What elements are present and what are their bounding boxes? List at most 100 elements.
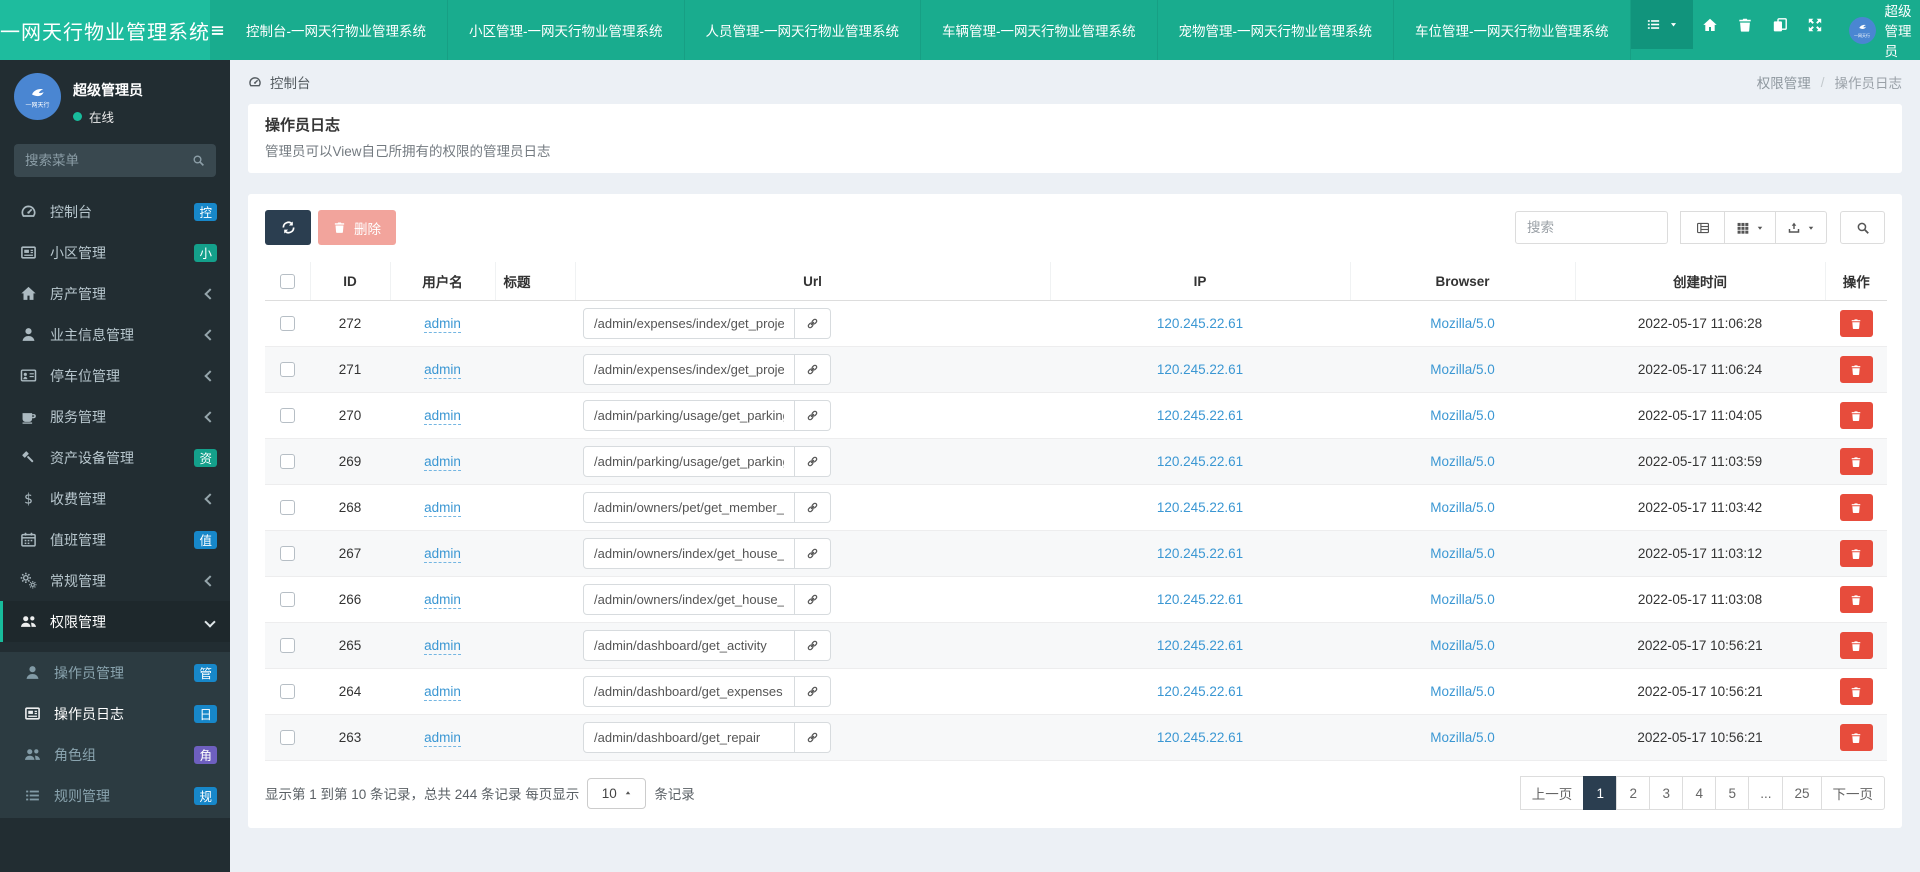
fullscreen-button[interactable] [1798,0,1833,49]
row-delete-button[interactable] [1839,678,1873,705]
sidebar-item[interactable]: 权限管理 [0,601,230,642]
row-checkbox[interactable] [280,500,295,516]
copy-button[interactable] [1763,0,1798,49]
sidebar-item[interactable]: 停车位管理 [0,355,230,396]
sidebar-toggle-button[interactable] [210,0,225,60]
row-delete-button[interactable] [1839,586,1873,613]
sidebar-item[interactable]: 资产设备管理 资 [0,437,230,478]
row-delete-button[interactable] [1839,448,1873,475]
browser-link[interactable]: Mozilla/5.0 [1430,684,1495,699]
page-button[interactable]: ... [1748,776,1784,810]
url-input[interactable] [583,538,795,569]
url-input[interactable] [583,446,795,477]
sidebar-item[interactable]: 控制台 控 [0,191,230,232]
advanced-search-button[interactable] [1840,211,1885,244]
row-delete-button[interactable] [1839,356,1873,383]
ip-link[interactable]: 120.245.22.61 [1157,684,1243,699]
breadcrumb-home[interactable]: 控制台 [270,72,311,92]
window-tab[interactable]: 车辆管理-一网天行物业管理系统 [921,0,1158,60]
column-header[interactable]: IP [1049,262,1350,301]
ip-link[interactable]: 120.245.22.61 [1157,408,1243,423]
row-delete-button[interactable] [1839,402,1873,429]
row-checkbox[interactable] [280,362,295,378]
row-checkbox[interactable] [280,408,295,424]
open-link-button[interactable] [795,308,831,339]
ip-link[interactable]: 120.245.22.61 [1157,362,1243,377]
home-button[interactable] [1693,0,1728,49]
page-button[interactable]: 3 [1649,776,1684,810]
open-link-button[interactable] [795,446,831,477]
browser-link[interactable]: Mozilla/5.0 [1430,408,1495,423]
column-header[interactable]: 用户名 [389,262,495,301]
row-checkbox[interactable] [280,316,295,332]
sidebar-item[interactable]: 小区管理 小 [0,232,230,273]
detail-view-button[interactable] [1680,211,1725,244]
username-link[interactable]: admin [424,500,461,517]
sidebar-item[interactable]: 服务管理 [0,396,230,437]
url-input[interactable] [583,354,795,385]
url-input[interactable] [583,676,795,707]
browser-link[interactable]: Mozilla/5.0 [1430,592,1495,607]
username-link[interactable]: admin [424,730,461,747]
sidebar-item[interactable]: 常规管理 [0,560,230,601]
row-delete-button[interactable] [1839,724,1873,751]
select-all-checkbox[interactable] [279,273,295,289]
row-checkbox[interactable] [280,730,295,746]
row-delete-button[interactable] [1839,540,1873,567]
page-button[interactable]: 25 [1782,776,1822,810]
trash-button[interactable] [1728,0,1763,49]
row-delete-button[interactable] [1839,494,1873,521]
window-tab[interactable]: 小区管理-一网天行物业管理系统 [448,0,685,60]
open-link-button[interactable] [795,538,831,569]
sidebar-item[interactable]: 收费管理 [0,478,230,519]
url-input[interactable] [583,400,795,431]
browser-link[interactable]: Mozilla/5.0 [1430,362,1495,377]
ip-link[interactable]: 120.245.22.61 [1157,316,1243,331]
column-header[interactable]: ID [309,262,390,301]
column-header[interactable]: Url [574,262,1050,301]
page-button[interactable]: 上一页 [1519,776,1585,810]
ip-link[interactable]: 120.245.22.61 [1157,546,1243,561]
browser-link[interactable]: Mozilla/5.0 [1430,730,1495,745]
window-tab[interactable]: 车位管理-一网天行物业管理系统 [1394,0,1631,60]
username-link[interactable]: admin [424,546,461,563]
open-link-button[interactable] [795,492,831,523]
username-link[interactable]: admin [424,316,461,333]
browser-link[interactable]: Mozilla/5.0 [1430,638,1495,653]
url-input[interactable] [583,722,795,753]
url-input[interactable] [583,308,795,339]
ip-link[interactable]: 120.245.22.61 [1157,638,1243,653]
browser-link[interactable]: Mozilla/5.0 [1430,454,1495,469]
tabs-dropdown-button[interactable] [1630,0,1693,49]
url-input[interactable] [583,630,795,661]
sidebar-search-input[interactable] [25,153,184,168]
page-button[interactable]: 1 [1583,776,1618,810]
window-tab[interactable]: 控制台-一网天行物业管理系统 [225,0,448,60]
browser-link[interactable]: Mozilla/5.0 [1430,500,1495,515]
ip-link[interactable]: 120.245.22.61 [1157,592,1243,607]
column-header[interactable]: 标题 [494,262,575,301]
column-header[interactable]: Browser [1349,262,1575,301]
open-link-button[interactable] [795,584,831,615]
browser-link[interactable]: Mozilla/5.0 [1430,316,1495,331]
sidebar-item[interactable]: 值班管理 值 [0,519,230,560]
row-checkbox[interactable] [280,684,295,700]
row-delete-button[interactable] [1839,310,1873,337]
username-link[interactable]: admin [424,592,461,609]
page-button[interactable]: 2 [1616,776,1651,810]
row-checkbox[interactable] [280,638,295,654]
window-tab[interactable]: 宠物管理-一网天行物业管理系统 [1158,0,1394,60]
page-button[interactable]: 5 [1715,776,1750,810]
page-button[interactable]: 下一页 [1820,776,1885,810]
page-size-select[interactable]: 10 [587,777,647,809]
row-checkbox[interactable] [280,592,295,608]
ip-link[interactable]: 120.245.22.61 [1157,730,1243,745]
url-input[interactable] [583,584,795,615]
username-link[interactable]: admin [424,454,461,471]
table-search-input[interactable] [1515,211,1668,244]
sidebar-subitem[interactable]: 操作员日志 日 [0,693,230,734]
export-button[interactable] [1775,211,1827,244]
user-menu[interactable]: 一网天行 超级管理员 [1833,0,1920,60]
refresh-button[interactable] [265,210,311,245]
sidebar-subitem[interactable]: 操作员管理 管 [0,652,230,693]
